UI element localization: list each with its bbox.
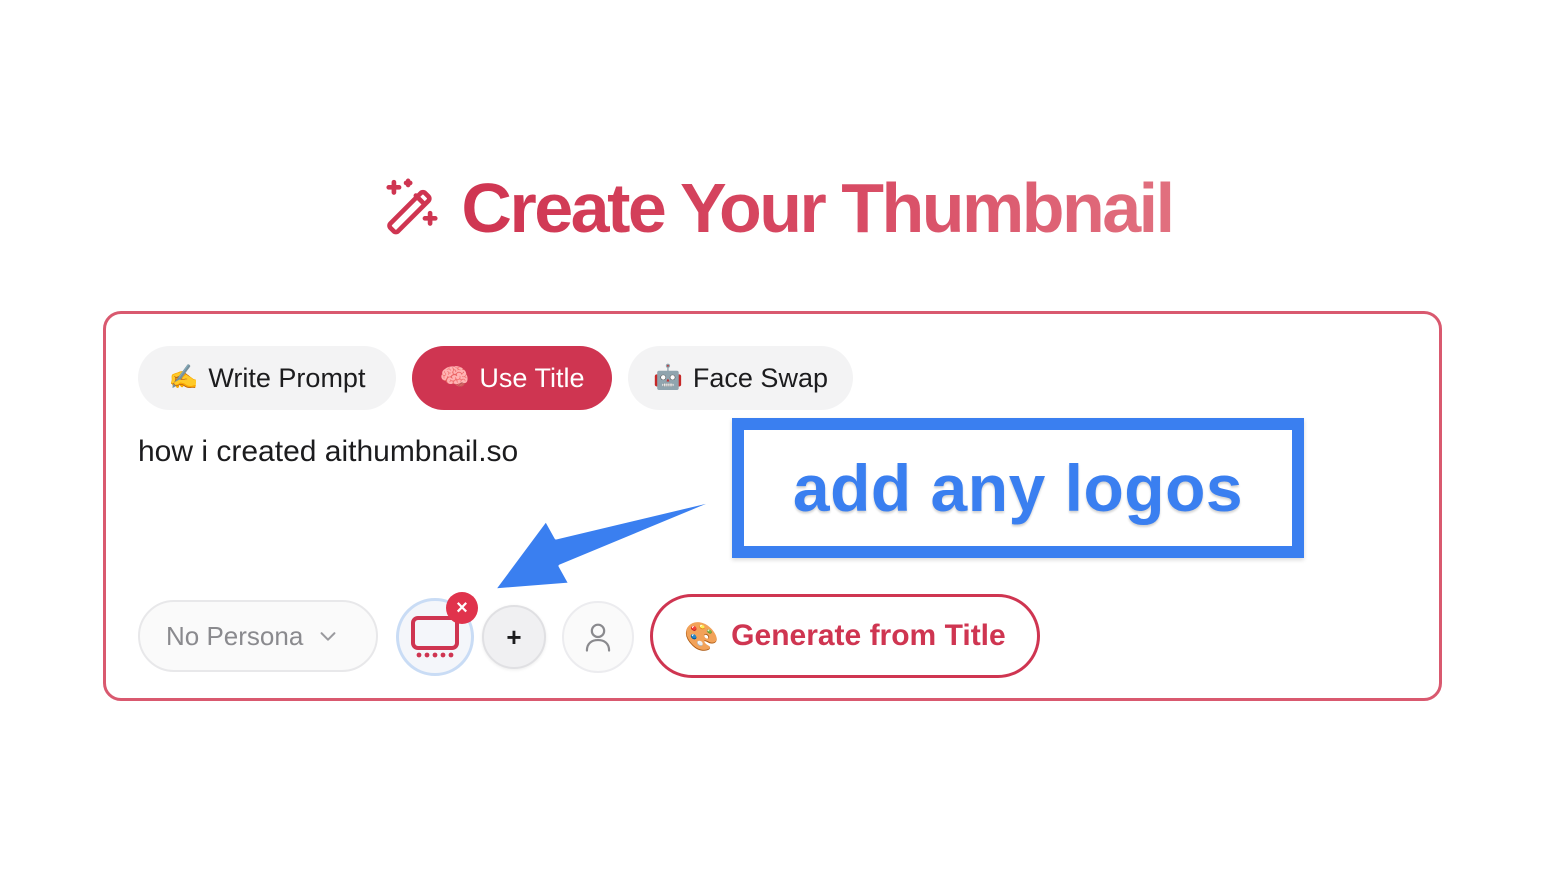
tab-use-title[interactable]: 🧠 Use Title xyxy=(412,346,612,410)
remove-logo-button[interactable]: × xyxy=(446,592,478,624)
tab-label: Face Swap xyxy=(692,362,828,393)
brain-icon: 🧠 xyxy=(439,364,470,391)
tab-write-prompt[interactable]: ✍️ Write Prompt xyxy=(138,346,396,410)
persona-value: No Persona xyxy=(166,620,304,651)
annotation-callout: add any logos xyxy=(732,418,1304,558)
persona-select[interactable]: No Persona xyxy=(138,600,378,672)
generate-button[interactable]: 🎨 Generate from Title xyxy=(650,594,1040,678)
annotation-arrow xyxy=(492,496,726,592)
page: Create Your Thumbnail ✍️ Write Prompt 🧠 … xyxy=(0,0,1554,896)
tab-label: Write Prompt xyxy=(208,362,366,393)
page-header: Create Your Thumbnail xyxy=(0,168,1554,248)
palette-icon: 🎨 xyxy=(684,620,720,652)
add-logo-button[interactable]: + xyxy=(482,605,546,669)
title-input[interactable]: how i created aithumbnail.so xyxy=(138,432,518,472)
generate-label: Generate from Title xyxy=(731,619,1006,652)
page-title: Create Your Thumbnail xyxy=(461,169,1175,247)
tv-logo-icon xyxy=(411,616,459,658)
annotation-text: add any logos xyxy=(792,451,1244,525)
face-button[interactable] xyxy=(562,601,634,673)
tab-label: Use Title xyxy=(479,362,585,393)
magic-wand-icon xyxy=(386,178,438,235)
chevron-down-icon xyxy=(320,632,336,641)
person-icon xyxy=(585,623,611,652)
writing-hand-icon: ✍️ xyxy=(168,364,199,391)
tab-face-swap[interactable]: 🤖 Face Swap xyxy=(628,346,853,410)
robot-icon: 🤖 xyxy=(653,364,683,391)
